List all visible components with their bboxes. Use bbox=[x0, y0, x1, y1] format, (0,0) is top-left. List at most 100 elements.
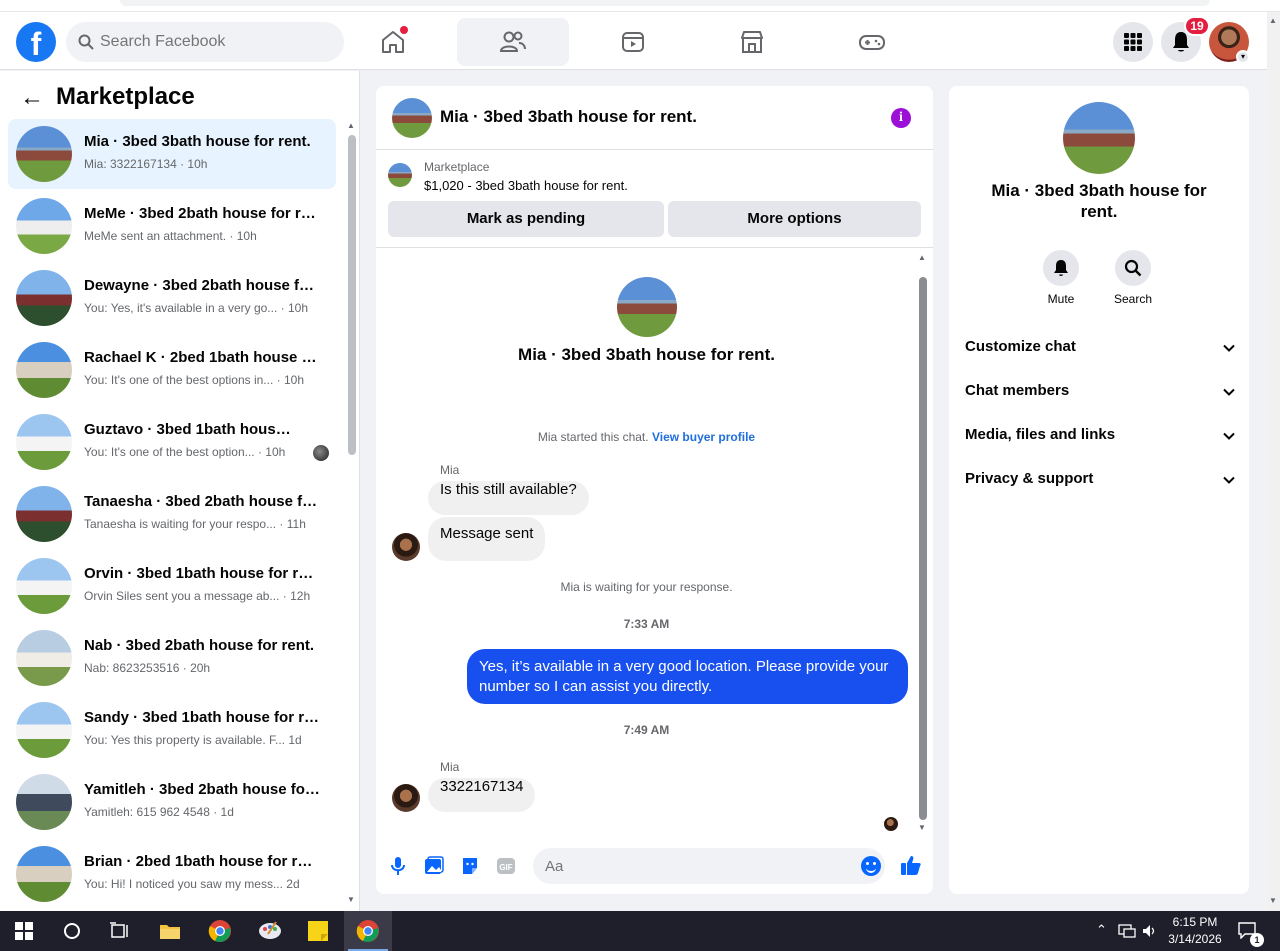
facebook-logo[interactable]: f bbox=[16, 22, 56, 62]
conversation-title: Dewayne · 3bed 2bath house for... bbox=[84, 277, 320, 294]
mute-button[interactable]: Mute bbox=[1031, 250, 1091, 306]
scroll-down-arrow-icon[interactable]: ▼ bbox=[1269, 896, 1277, 905]
menu-button[interactable] bbox=[1113, 22, 1153, 62]
chevron-down-icon bbox=[1223, 476, 1235, 484]
message-input[interactable] bbox=[533, 848, 885, 884]
section-media-files-links[interactable]: Media, files and links bbox=[957, 414, 1241, 458]
view-buyer-profile-link[interactable]: View buyer profile bbox=[652, 430, 755, 444]
message-composer: GIF bbox=[376, 838, 933, 894]
conversation-title: Tanaesha · 3bed 2bath house for... bbox=[84, 493, 320, 510]
video-icon bbox=[622, 32, 644, 52]
scroll-up-arrow-icon[interactable]: ▲ bbox=[347, 121, 355, 130]
more-options-button[interactable]: More options bbox=[668, 201, 921, 237]
paint-app-button[interactable] bbox=[246, 911, 294, 951]
listing-price[interactable]: $1,020 - 3bed 3bath house for rent. bbox=[424, 178, 628, 193]
search-conversation-button[interactable]: Search bbox=[1103, 250, 1163, 306]
volume-icon[interactable] bbox=[1142, 923, 1158, 943]
thread-title: Mia · 3bed 3bath house for rent. bbox=[518, 345, 775, 364]
section-label: Media, files and links bbox=[965, 426, 1116, 443]
outgoing-message[interactable]: Yes, it’s available in a very good locat… bbox=[467, 649, 908, 704]
chat-listing-thumbnail[interactable] bbox=[392, 98, 432, 138]
conversation-preview: You: It's one of the best options in... … bbox=[84, 373, 304, 387]
conversation-item[interactable]: Mia · 3bed 3bath house for rent. Mia: 33… bbox=[8, 119, 336, 189]
info-icon[interactable]: i bbox=[891, 108, 911, 128]
conversation-item[interactable]: Dewayne · 3bed 2bath house for... You: Y… bbox=[8, 263, 336, 333]
conversation-item[interactable]: MeMe · 3bed 2bath house for re... MeMe s… bbox=[8, 191, 336, 261]
incoming-message[interactable]: 3322167134 bbox=[428, 778, 536, 812]
incoming-message[interactable]: Is this still available? bbox=[428, 481, 589, 515]
page-title: Marketplace bbox=[56, 83, 195, 110]
conversation-item[interactable]: Nab · 3bed 2bath house for rent. Nab: 86… bbox=[8, 623, 336, 693]
conversation-preview: You: Yes, it's available in a very go...… bbox=[84, 301, 308, 315]
emoji-icon[interactable] bbox=[861, 856, 881, 876]
conversation-title: Mia · 3bed 3bath house for rent. bbox=[84, 133, 311, 150]
windows-taskbar: ⌃ 6:15 PM 3/14/2026 1 bbox=[0, 911, 1280, 951]
scroll-down-arrow-icon[interactable]: ▼ bbox=[918, 823, 926, 832]
system-clock[interactable]: 6:15 PM 3/14/2026 bbox=[1164, 914, 1226, 948]
search-box[interactable] bbox=[66, 22, 344, 62]
chat-panel: Mia · 3bed 3bath house for rent. i Marke… bbox=[376, 86, 933, 894]
conversation-title: Brian · 2bed 1bath house for rent. bbox=[84, 853, 320, 870]
conversation-item[interactable]: Yamitleh · 3bed 2bath house for ... Yami… bbox=[8, 767, 336, 837]
nav-tab-gaming[interactable] bbox=[816, 18, 928, 66]
scroll-up-arrow-icon[interactable]: ▲ bbox=[918, 253, 926, 262]
conversation-item[interactable]: Brian · 2bed 1bath house for rent. You: … bbox=[8, 839, 336, 909]
inbox-scrollbar[interactable] bbox=[348, 135, 356, 455]
conversation-item[interactable]: Rachael K · 2bed 1bath house fo... You: … bbox=[8, 335, 336, 405]
cortana-search-button[interactable] bbox=[48, 911, 96, 951]
gif-icon[interactable]: GIF bbox=[496, 856, 516, 876]
section-customize-chat[interactable]: Customize chat bbox=[957, 326, 1241, 370]
waiting-note: Mia is waiting for your response. bbox=[560, 580, 733, 594]
gaming-icon bbox=[859, 35, 885, 50]
listing-thumbnail[interactable] bbox=[388, 163, 412, 187]
task-view-button[interactable] bbox=[96, 911, 144, 951]
action-center-badge: 1 bbox=[1250, 933, 1264, 947]
thumbs-up-icon[interactable] bbox=[900, 854, 922, 876]
listing-thumbnail bbox=[16, 702, 72, 758]
nav-tab-video[interactable] bbox=[577, 18, 689, 66]
scroll-up-arrow-icon[interactable]: ▲ bbox=[1269, 16, 1277, 25]
chrome-active-window-button[interactable] bbox=[344, 911, 392, 951]
timestamp: 7:33 AM bbox=[623, 617, 670, 631]
sender-avatar[interactable] bbox=[392, 533, 420, 561]
listing-thumbnail bbox=[16, 486, 72, 542]
thread-scrollbar[interactable] bbox=[919, 277, 927, 820]
conversation-preview: Nab: 8623253516 · 20h bbox=[84, 661, 211, 675]
conversation-title: Guztavo · 3bed 1bath house f... bbox=[84, 421, 294, 438]
browser-tab-strip bbox=[0, 0, 1280, 12]
info-title: Mia · 3bed 3bath house for rent. bbox=[991, 181, 1207, 221]
section-privacy-support[interactable]: Privacy & support bbox=[957, 458, 1241, 502]
tray-chevron-up-icon[interactable]: ⌃ bbox=[1096, 923, 1107, 938]
marketplace-inbox: ← Marketplace Mia · 3bed 3bath house for… bbox=[0, 71, 360, 911]
sender-avatar[interactable] bbox=[392, 784, 420, 812]
microphone-icon[interactable] bbox=[388, 856, 408, 876]
info-listing-avatar[interactable] bbox=[1063, 102, 1135, 174]
browser-address-bar[interactable] bbox=[120, 0, 1210, 6]
conversation-preview: Yamitleh: 615 962 4548 · 1d bbox=[84, 805, 234, 819]
chevron-down-icon[interactable]: ▾ bbox=[1236, 50, 1250, 64]
photo-icon[interactable] bbox=[424, 856, 444, 876]
incoming-message[interactable]: Message sent bbox=[428, 517, 546, 561]
back-arrow-icon[interactable]: ← bbox=[20, 86, 44, 110]
section-label: Privacy & support bbox=[965, 470, 1094, 487]
conversation-title: MeMe · 3bed 2bath house for re... bbox=[84, 205, 320, 222]
sticker-icon[interactable] bbox=[460, 856, 480, 876]
mark-as-pending-button[interactable]: Mark as pending bbox=[388, 201, 664, 237]
nav-tab-home[interactable] bbox=[337, 18, 449, 66]
network-icon[interactable] bbox=[1118, 923, 1136, 943]
sticky-notes-button[interactable] bbox=[294, 911, 342, 951]
start-button[interactable] bbox=[0, 911, 48, 951]
conversation-item[interactable]: Tanaesha · 3bed 2bath house for... Tanae… bbox=[8, 479, 336, 549]
nav-tab-marketplace[interactable] bbox=[696, 18, 808, 66]
page-scrollbar[interactable]: ▲ ▼ bbox=[1267, 12, 1280, 911]
section-chat-members[interactable]: Chat members bbox=[957, 370, 1241, 414]
scroll-down-arrow-icon[interactable]: ▼ bbox=[347, 895, 355, 904]
conversation-item[interactable]: Guztavo · 3bed 1bath house f... You: It'… bbox=[8, 407, 336, 477]
conversation-item[interactable]: Sandy · 3bed 1bath house for rent. You: … bbox=[8, 695, 336, 765]
nav-tab-friends[interactable] bbox=[457, 18, 569, 66]
chat-title[interactable]: Mia · 3bed 3bath house for rent. bbox=[440, 107, 697, 127]
search-input[interactable] bbox=[100, 22, 330, 62]
chrome-taskbar-button[interactable] bbox=[196, 911, 244, 951]
conversation-item[interactable]: Orvin · 3bed 1bath house for rent. Orvin… bbox=[8, 551, 336, 621]
file-explorer-button[interactable] bbox=[146, 911, 194, 951]
